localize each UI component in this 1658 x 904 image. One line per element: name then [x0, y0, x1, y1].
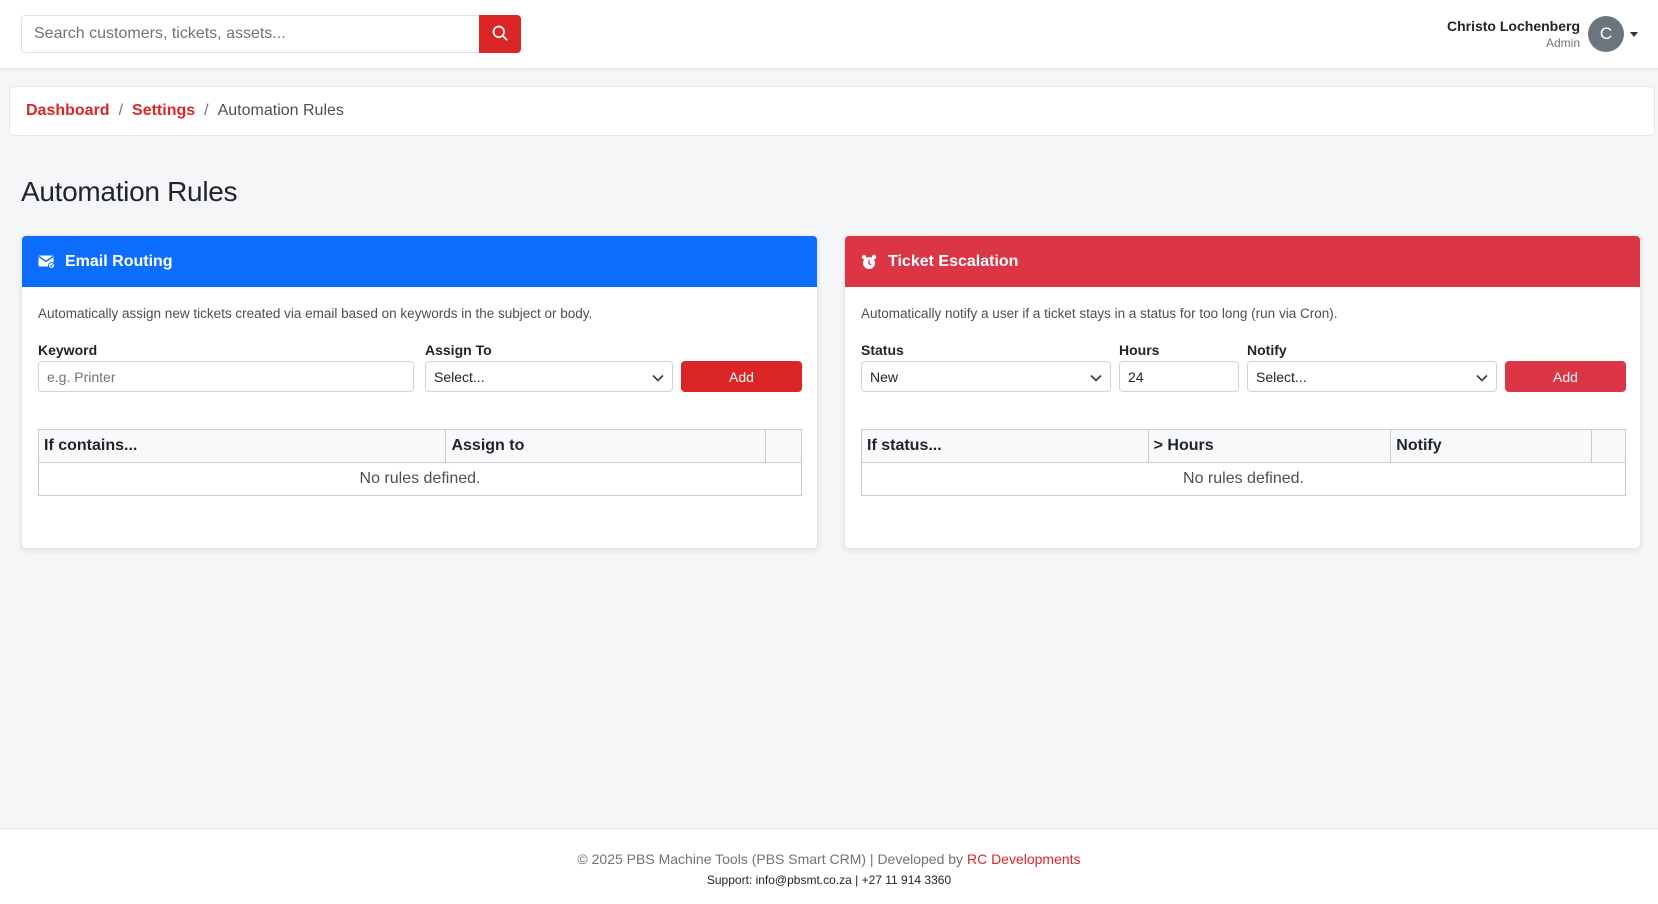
- empty-message: No rules defined.: [861, 462, 1626, 496]
- alarm-clock-icon: [861, 253, 878, 270]
- hours-label: Hours: [1119, 342, 1160, 358]
- user-role: Admin: [1545, 36, 1580, 50]
- status-label: Status: [861, 342, 904, 358]
- hours-input[interactable]: 24: [1119, 361, 1239, 392]
- column-header-actions: [1591, 429, 1626, 463]
- user-name: Christo Lochenberg: [1446, 18, 1580, 34]
- ticket-escalation-table: If status... > Hours Notify No rules def…: [861, 429, 1626, 496]
- ticket-escalation-add-button[interactable]: Add: [1505, 361, 1626, 392]
- table-row: No rules defined.: [861, 462, 1626, 496]
- footer-copyright: © 2025 PBS Machine Tools (PBS Smart CRM)…: [577, 851, 964, 867]
- email-routing-table: If contains... Assign to No rules define…: [37, 429, 802, 496]
- envelope-icon: [38, 253, 55, 270]
- developer-link[interactable]: RC Developments: [967, 851, 1081, 867]
- assign-to-label: Assign To: [425, 342, 492, 358]
- column-header: > Hours: [1147, 429, 1392, 463]
- breadcrumb-separator: /: [118, 102, 124, 119]
- status-select[interactable]: New: [861, 361, 1111, 392]
- footer-copyright-line: © 2025 PBS Machine Tools (PBS Smart CRM)…: [0, 851, 1658, 867]
- email-routing-add-button[interactable]: Add: [681, 361, 802, 392]
- chevron-down-icon: [1476, 369, 1488, 385]
- email-routing-form: Keyword e.g. Printer Assign To Select...…: [38, 342, 802, 420]
- keyword-input[interactable]: e.g. Printer: [38, 361, 414, 392]
- table-header-row: If status... > Hours Notify: [861, 429, 1626, 463]
- ticket-escalation-header: Ticket Escalation: [845, 236, 1640, 287]
- search-icon: [492, 25, 508, 44]
- assign-to-select[interactable]: Select...: [425, 361, 673, 392]
- column-header: Notify: [1390, 429, 1593, 463]
- notify-label: Notify: [1247, 342, 1287, 358]
- footer-support: Support: info@pbsmt.co.za | +27 11 914 3…: [706, 873, 952, 887]
- email-routing-header: Email Routing: [22, 236, 817, 287]
- breadcrumb-link-dashboard[interactable]: Dashboard: [26, 102, 110, 120]
- notify-value: Select...: [1256, 368, 1307, 385]
- avatar[interactable]: C: [1588, 16, 1624, 52]
- table-row: No rules defined.: [38, 462, 802, 496]
- email-routing-card: Email Routing Automatically assign new t…: [21, 235, 818, 549]
- chevron-down-icon: [652, 369, 664, 385]
- breadcrumb-current: Automation Rules: [217, 102, 344, 119]
- assign-to-value: Select...: [434, 368, 485, 385]
- email-routing-title: Email Routing: [65, 252, 173, 270]
- keyword-label: Keyword: [38, 342, 98, 358]
- column-header: Assign to: [445, 429, 767, 463]
- global-search: [21, 15, 521, 53]
- top-navbar: Christo Lochenberg Admin C: [0, 0, 1658, 69]
- breadcrumb: Dashboard / Settings / Automation Rules: [9, 86, 1655, 136]
- chevron-down-icon: [1090, 369, 1102, 385]
- footer: © 2025 PBS Machine Tools (PBS Smart CRM)…: [0, 828, 1658, 904]
- column-header: If contains...: [37, 429, 447, 463]
- search-button[interactable]: [479, 15, 521, 53]
- page-title: Automation Rules: [21, 176, 238, 207]
- column-header: If status...: [861, 429, 1149, 463]
- column-header-actions: [765, 429, 802, 463]
- notify-select[interactable]: Select...: [1247, 361, 1497, 392]
- ticket-escalation-card: Ticket Escalation Automatically notify a…: [844, 235, 1641, 549]
- ticket-escalation-title: Ticket Escalation: [888, 252, 1019, 270]
- breadcrumb-separator: /: [204, 102, 209, 119]
- caret-down-icon[interactable]: [1630, 31, 1638, 37]
- ticket-escalation-form: Status New Hours 24 Notify Select... Add: [861, 342, 1626, 420]
- status-value: New: [870, 368, 899, 385]
- table-header-row: If contains... Assign to: [37, 429, 802, 463]
- breadcrumb-link-settings[interactable]: Settings: [132, 102, 195, 120]
- email-routing-description: Automatically assign new tickets created…: [38, 306, 593, 321]
- search-input[interactable]: [21, 15, 479, 53]
- user-menu[interactable]: Christo Lochenberg Admin C: [1447, 16, 1638, 52]
- empty-message: No rules defined.: [38, 462, 802, 496]
- ticket-escalation-description: Automatically notify a user if a ticket …: [861, 306, 1338, 321]
